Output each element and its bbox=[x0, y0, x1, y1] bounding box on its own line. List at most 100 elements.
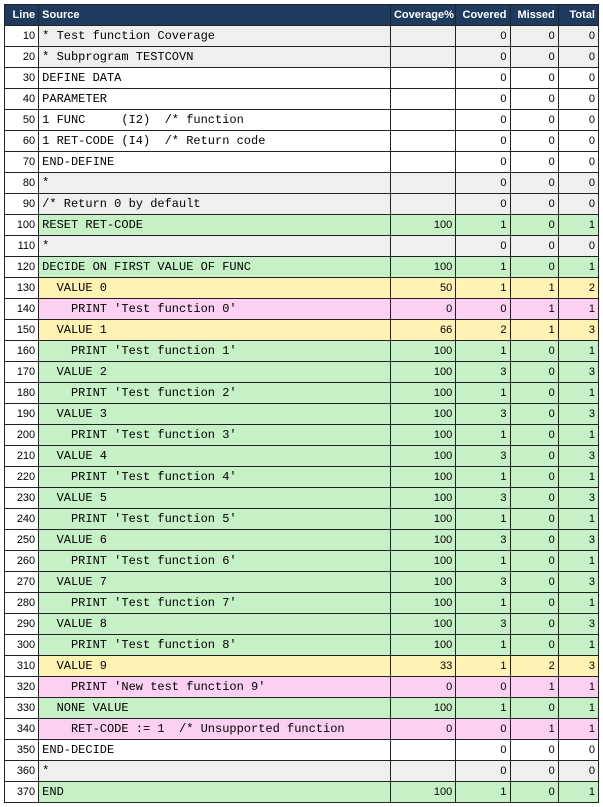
cell-total: 0 bbox=[558, 131, 598, 152]
table-row[interactable]: 90/* Return 0 by default000 bbox=[5, 194, 599, 215]
cell-missed: 1 bbox=[510, 299, 558, 320]
table-row[interactable]: 250 VALUE 6100303 bbox=[5, 530, 599, 551]
table-row[interactable]: 240 PRINT 'Test function 5'100101 bbox=[5, 509, 599, 530]
cell-source: * bbox=[39, 173, 391, 194]
table-row[interactable]: 260 PRINT 'Test function 6'100101 bbox=[5, 551, 599, 572]
cell-source: END-DECIDE bbox=[39, 740, 391, 761]
cell-line: 240 bbox=[5, 509, 39, 530]
table-row[interactable]: 30DEFINE DATA000 bbox=[5, 68, 599, 89]
cell-covered: 1 bbox=[456, 278, 510, 299]
cell-total: 1 bbox=[558, 383, 598, 404]
cell-source: * Subprogram TESTCOVN bbox=[39, 47, 391, 68]
cell-coverage bbox=[390, 89, 455, 110]
cell-line: 260 bbox=[5, 551, 39, 572]
cell-total: 1 bbox=[558, 782, 598, 803]
cell-covered: 1 bbox=[456, 215, 510, 236]
table-row[interactable]: 220 PRINT 'Test function 4'100101 bbox=[5, 467, 599, 488]
header-covered[interactable]: Covered bbox=[456, 5, 510, 26]
table-row[interactable]: 370END100101 bbox=[5, 782, 599, 803]
cell-total: 1 bbox=[558, 719, 598, 740]
cell-covered: 3 bbox=[456, 614, 510, 635]
table-row[interactable]: 330 NONE VALUE100101 bbox=[5, 698, 599, 719]
table-row[interactable]: 10* Test function Coverage000 bbox=[5, 26, 599, 47]
table-row[interactable]: 601 RET-CODE (I4) /* Return code000 bbox=[5, 131, 599, 152]
table-row[interactable]: 40PARAMETER000 bbox=[5, 89, 599, 110]
table-row[interactable]: 360*000 bbox=[5, 761, 599, 782]
cell-line: 280 bbox=[5, 593, 39, 614]
cell-missed: 0 bbox=[510, 26, 558, 47]
header-total[interactable]: Total bbox=[558, 5, 598, 26]
cell-missed: 1 bbox=[510, 278, 558, 299]
cell-line: 230 bbox=[5, 488, 39, 509]
cell-covered: 0 bbox=[456, 677, 510, 698]
cell-covered: 0 bbox=[456, 110, 510, 131]
cell-covered: 0 bbox=[456, 761, 510, 782]
table-row[interactable]: 310 VALUE 933123 bbox=[5, 656, 599, 677]
cell-line: 200 bbox=[5, 425, 39, 446]
cell-missed: 0 bbox=[510, 509, 558, 530]
cell-line: 90 bbox=[5, 194, 39, 215]
table-row[interactable]: 190 VALUE 3100303 bbox=[5, 404, 599, 425]
table-row[interactable]: 160 PRINT 'Test function 1'100101 bbox=[5, 341, 599, 362]
table-row[interactable]: 70END-DEFINE000 bbox=[5, 152, 599, 173]
cell-missed: 0 bbox=[510, 467, 558, 488]
table-row[interactable]: 210 VALUE 4100303 bbox=[5, 446, 599, 467]
cell-covered: 1 bbox=[456, 551, 510, 572]
cell-source: 1 RET-CODE (I4) /* Return code bbox=[39, 131, 391, 152]
table-row[interactable]: 140 PRINT 'Test function 0'0011 bbox=[5, 299, 599, 320]
cell-coverage: 100 bbox=[390, 467, 455, 488]
cell-line: 190 bbox=[5, 404, 39, 425]
cell-covered: 0 bbox=[456, 68, 510, 89]
cell-missed: 0 bbox=[510, 194, 558, 215]
cell-line: 270 bbox=[5, 572, 39, 593]
cell-total: 3 bbox=[558, 446, 598, 467]
header-source[interactable]: Source bbox=[39, 5, 391, 26]
table-row[interactable]: 110*000 bbox=[5, 236, 599, 257]
cell-missed: 0 bbox=[510, 68, 558, 89]
table-row[interactable]: 180 PRINT 'Test function 2'100101 bbox=[5, 383, 599, 404]
table-row[interactable]: 501 FUNC (I2) /* function000 bbox=[5, 110, 599, 131]
cell-line: 370 bbox=[5, 782, 39, 803]
table-row[interactable]: 130 VALUE 050112 bbox=[5, 278, 599, 299]
table-row[interactable]: 150 VALUE 166213 bbox=[5, 320, 599, 341]
cell-covered: 2 bbox=[456, 320, 510, 341]
table-row[interactable]: 100RESET RET-CODE100101 bbox=[5, 215, 599, 236]
header-coverage[interactable]: Coverage% bbox=[390, 5, 455, 26]
cell-coverage: 0 bbox=[390, 719, 455, 740]
table-row[interactable]: 280 PRINT 'Test function 7'100101 bbox=[5, 593, 599, 614]
cell-total: 3 bbox=[558, 656, 598, 677]
cell-coverage: 100 bbox=[390, 509, 455, 530]
table-row[interactable]: 350END-DECIDE000 bbox=[5, 740, 599, 761]
header-line[interactable]: Line bbox=[5, 5, 39, 26]
table-row[interactable]: 20* Subprogram TESTCOVN000 bbox=[5, 47, 599, 68]
cell-source: END bbox=[39, 782, 391, 803]
cell-coverage bbox=[390, 761, 455, 782]
cell-total: 1 bbox=[558, 215, 598, 236]
table-row[interactable]: 340 RET-CODE := 1 /* Unsupported functio… bbox=[5, 719, 599, 740]
table-row[interactable]: 300 PRINT 'Test function 8'100101 bbox=[5, 635, 599, 656]
cell-missed: 0 bbox=[510, 488, 558, 509]
cell-line: 310 bbox=[5, 656, 39, 677]
table-row[interactable]: 80*000 bbox=[5, 173, 599, 194]
cell-source: PRINT 'Test function 7' bbox=[39, 593, 391, 614]
table-row[interactable]: 320 PRINT 'New test function 9'0011 bbox=[5, 677, 599, 698]
cell-line: 350 bbox=[5, 740, 39, 761]
table-row[interactable]: 230 VALUE 5100303 bbox=[5, 488, 599, 509]
cell-coverage: 0 bbox=[390, 677, 455, 698]
coverage-table: Line Source Coverage% Covered Missed Tot… bbox=[4, 4, 599, 803]
cell-total: 0 bbox=[558, 740, 598, 761]
cell-source: PRINT 'Test function 2' bbox=[39, 383, 391, 404]
cell-missed: 0 bbox=[510, 110, 558, 131]
cell-covered: 1 bbox=[456, 425, 510, 446]
cell-coverage: 100 bbox=[390, 488, 455, 509]
table-row[interactable]: 120DECIDE ON FIRST VALUE OF FUNC100101 bbox=[5, 257, 599, 278]
table-row[interactable]: 270 VALUE 7100303 bbox=[5, 572, 599, 593]
cell-line: 290 bbox=[5, 614, 39, 635]
cell-line: 150 bbox=[5, 320, 39, 341]
table-row[interactable]: 290 VALUE 8100303 bbox=[5, 614, 599, 635]
table-row[interactable]: 170 VALUE 2100303 bbox=[5, 362, 599, 383]
cell-coverage: 33 bbox=[390, 656, 455, 677]
cell-line: 250 bbox=[5, 530, 39, 551]
table-row[interactable]: 200 PRINT 'Test function 3'100101 bbox=[5, 425, 599, 446]
header-missed[interactable]: Missed bbox=[510, 5, 558, 26]
